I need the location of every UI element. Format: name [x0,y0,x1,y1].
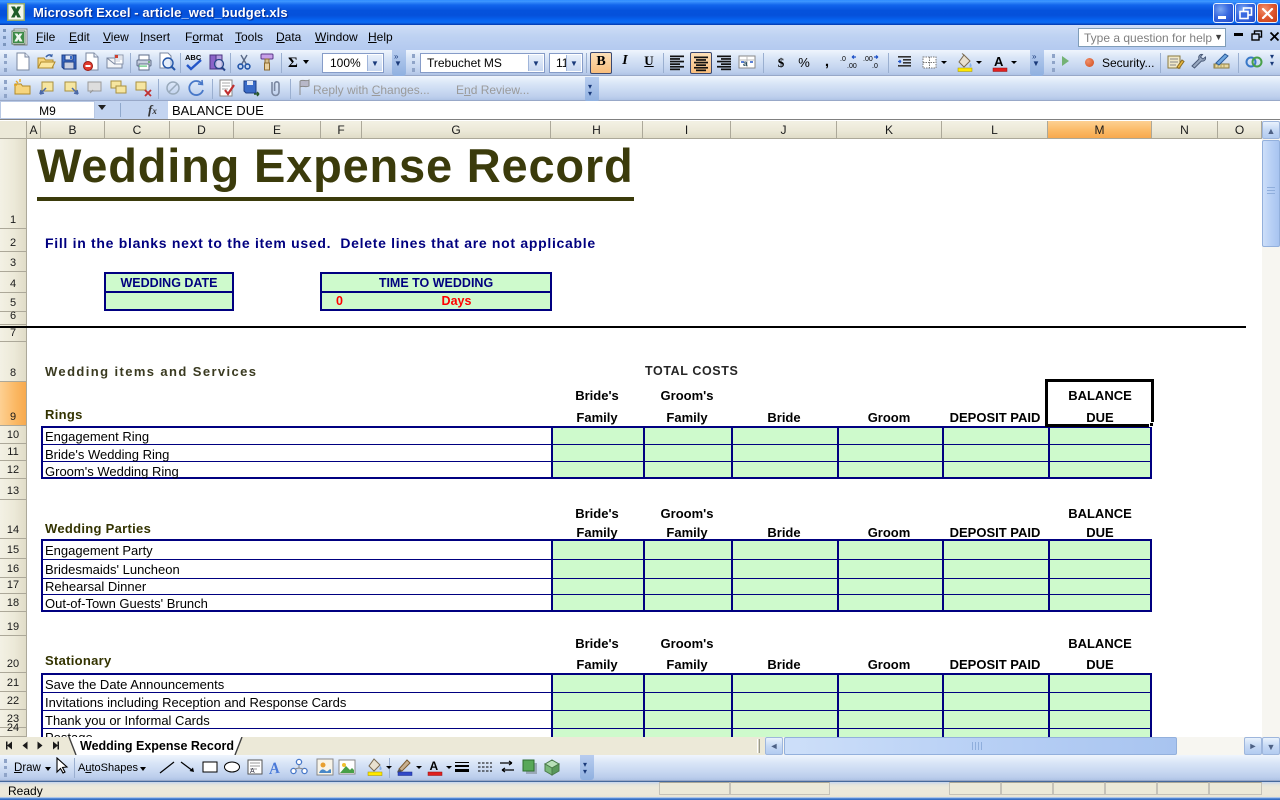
svg-text:A: A [430,759,439,773]
svg-text:.0: .0 [872,63,878,70]
svg-text:Σ: Σ [288,55,298,71]
svg-text:A: A [994,54,1004,69]
svg-text:A: A [267,760,281,777]
svg-text:a: a [743,59,748,68]
svg-text:A: A [250,768,255,775]
svg-text:.0: .0 [840,56,846,63]
svg-text:.00: .00 [863,56,873,63]
svg-text:.00: .00 [847,63,857,70]
